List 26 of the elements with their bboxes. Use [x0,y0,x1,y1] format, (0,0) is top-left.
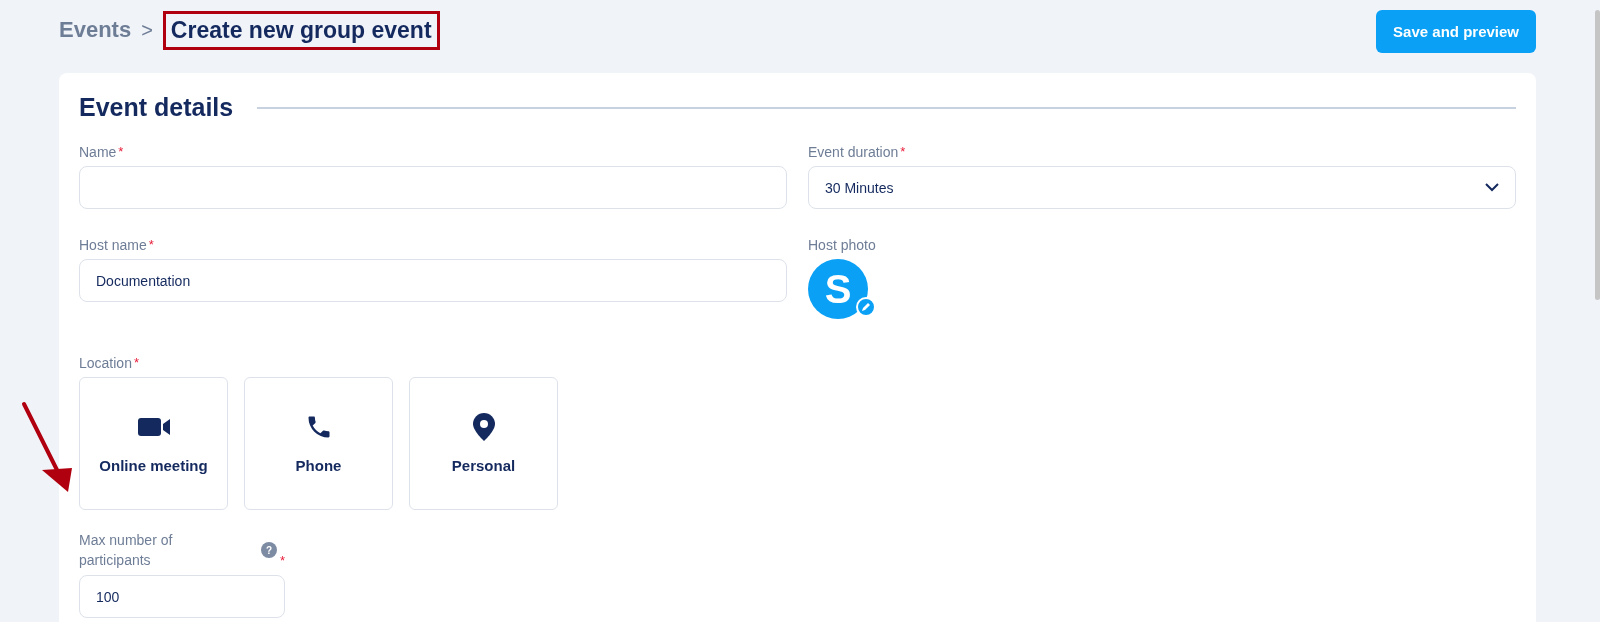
section-title: Event details [79,93,234,122]
location-option[interactable]: Online meeting [79,377,228,510]
participants-input-field[interactable]: 100 [79,575,285,618]
required-mark: * [280,551,286,570]
edit-icon[interactable] [856,297,876,317]
location-option[interactable]: Phone [244,377,393,510]
host-name-input-field[interactable]: Documentation [79,259,787,302]
field-label: Max number of participants [79,531,174,570]
breadcrumb-link[interactable]: Events [59,17,132,43]
name-input-field[interactable] [79,166,787,209]
location-option[interactable]: Personal [409,377,558,510]
field-label: Host photo [808,237,876,253]
page-title: Create new group event [162,10,440,50]
field-label: Location [79,355,132,371]
field-label: Name [79,144,117,160]
required-mark: * [148,237,154,253]
field-label: Event duration [808,144,899,160]
chevron-down-icon [1485,183,1499,192]
breadcrumb-separator: > [141,18,153,42]
field-label: Host name [79,237,147,253]
location-pin-icon [472,413,495,441]
duration-dropdown[interactable]: 30 Minutes [808,166,1516,209]
required-mark: * [900,144,906,160]
required-mark: * [118,144,124,160]
scrollbar[interactable] [1595,10,1600,300]
required-mark: * [133,355,139,371]
